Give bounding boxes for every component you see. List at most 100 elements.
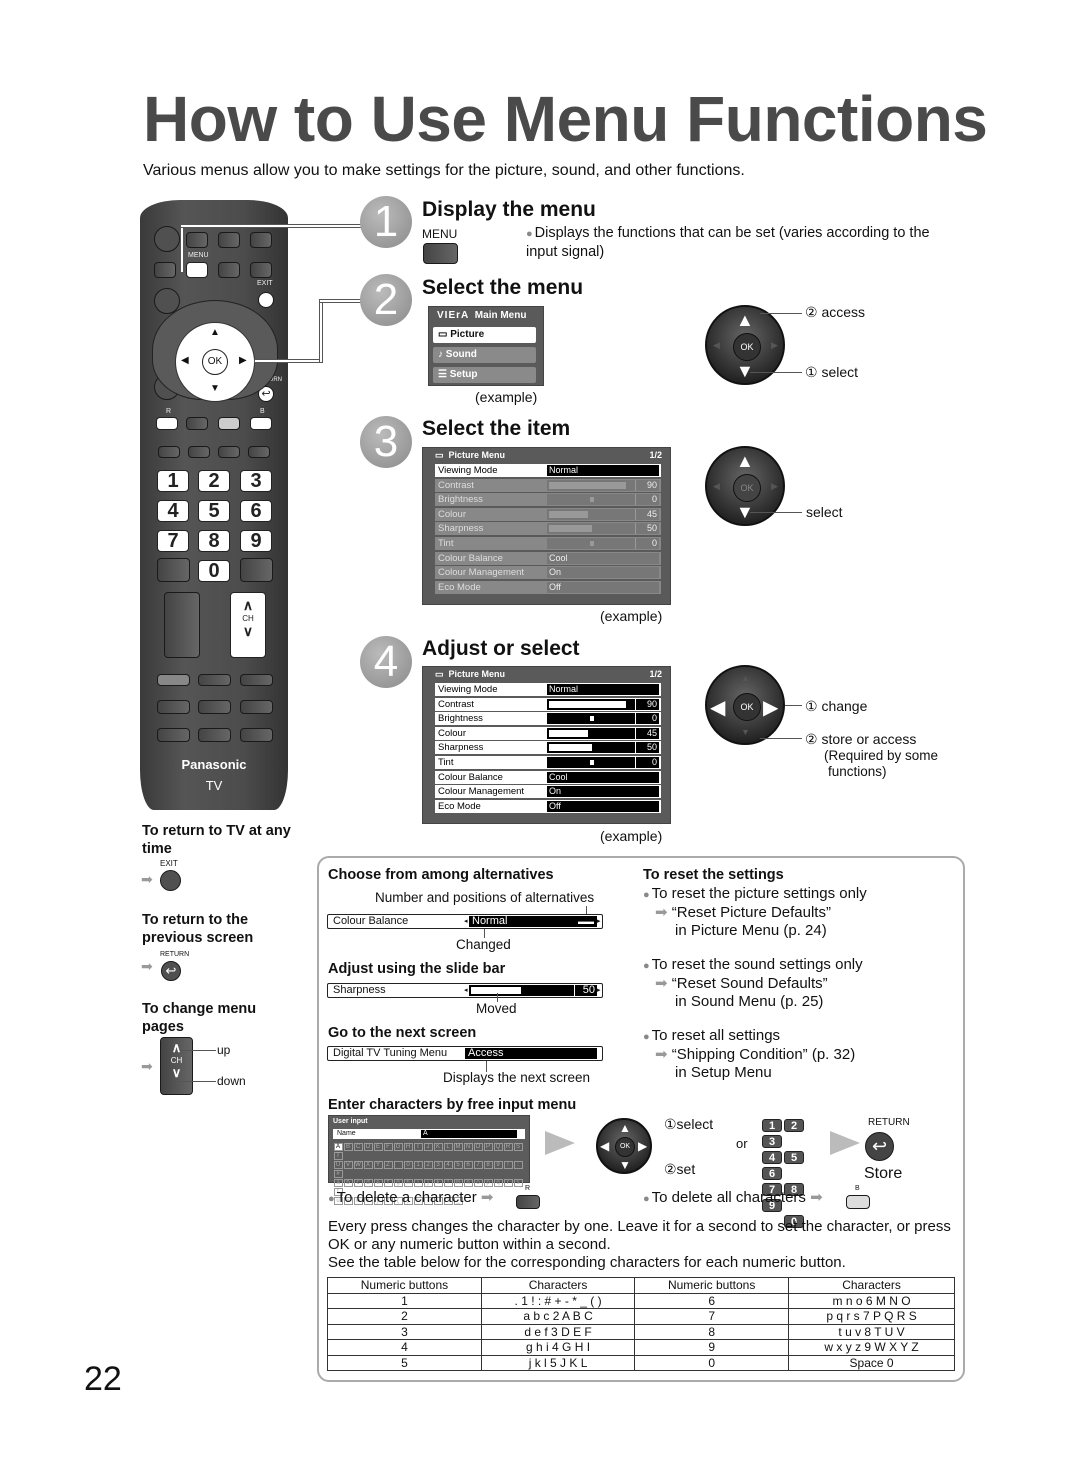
keyboard-key[interactable]: ! (503, 1161, 513, 1169)
num-button-3[interactable]: 3 (240, 470, 272, 492)
keyboard-key[interactable]: K (433, 1143, 443, 1151)
menu-row[interactable]: Contrast 90 (435, 697, 661, 711)
remote-button[interactable] (218, 446, 240, 458)
main-menu-item-sound[interactable]: ♪ Sound (433, 347, 536, 363)
menu-row[interactable]: Tint 0 (435, 537, 661, 550)
ch-button[interactable]: ∧ CH ∨ (230, 592, 266, 658)
keyboard-key[interactable]: g (393, 1179, 403, 1187)
yellow-button[interactable] (218, 417, 240, 430)
dpad[interactable]: OK ▲ ▼ ◀ ▶ (175, 322, 255, 402)
right-arrow-icon[interactable]: ▶ (239, 355, 247, 366)
keyboard-key[interactable]: L (443, 1143, 453, 1151)
keyboard-key[interactable]: 4 (443, 1161, 453, 1169)
remote-button[interactable] (158, 446, 180, 458)
keyboard-key[interactable]: r (503, 1179, 513, 1187)
green-button[interactable] (186, 417, 208, 430)
menu-row[interactable]: Viewing Mode Normal (435, 464, 661, 477)
remote-button[interactable] (240, 700, 273, 714)
dial-select-item[interactable]: OK ▲ ▼ ◀ ▶ (705, 446, 785, 526)
num-button-6[interactable]: 6 (240, 500, 272, 522)
ok-button[interactable]: OK (733, 333, 761, 361)
menu-row[interactable]: Colour 45 (435, 726, 661, 740)
remote-button[interactable] (188, 446, 210, 458)
left-arrow-icon[interactable]: ◀ (181, 355, 189, 366)
blue-button[interactable] (250, 417, 272, 430)
remote-button[interactable] (157, 558, 190, 582)
main-menu-item-picture[interactable]: ▭ Picture (433, 327, 536, 343)
keyboard-key[interactable]: S (513, 1143, 523, 1151)
num-button-4[interactable]: 4 (157, 500, 189, 522)
keyboard-key[interactable]: U (333, 1161, 343, 1169)
sharpness-bar[interactable]: Sharpness ◂ 50 ▸ (327, 983, 603, 998)
menu-row[interactable]: Colour Balance Cool (435, 770, 661, 784)
keyboard-key[interactable]: : (513, 1161, 523, 1169)
keyboard-key[interactable]: s (513, 1179, 523, 1187)
num-button-0[interactable]: 0 (198, 560, 230, 582)
power-button[interactable] (154, 226, 180, 252)
dial-adjust[interactable]: OK ▲ ▼ ◀ ▶ (705, 665, 785, 745)
keyboard-key[interactable]: Z (383, 1161, 393, 1169)
keyboard-key[interactable]: B (343, 1143, 353, 1151)
dial-free-input[interactable]: OK ▲ ▼ ◀ ▶ (596, 1118, 652, 1174)
remote-button[interactable] (248, 446, 270, 458)
up-arrow-icon[interactable]: ▲ (210, 327, 220, 338)
keyboard-key[interactable]: 9 (493, 1161, 503, 1169)
ok-button[interactable]: OK (733, 693, 761, 721)
keyboard-key[interactable]: X (363, 1161, 373, 1169)
ok-button[interactable]: OK (202, 349, 228, 375)
keyboard-key[interactable]: R (503, 1143, 513, 1151)
dial-select-menu[interactable]: OK ▲ ▼ ◀ ▶ (705, 305, 785, 385)
next-screen-bar[interactable]: Digital TV Tuning Menu Access (327, 1046, 603, 1061)
menu-row[interactable]: Colour Balance Cool (435, 551, 661, 565)
num-button-8[interactable]: 8 (198, 530, 230, 552)
keyboard-key[interactable]: J (423, 1143, 433, 1151)
remote-button[interactable] (198, 700, 231, 714)
keyboard-key[interactable]: M (453, 1143, 463, 1151)
keyboard-key[interactable]: 8 (483, 1161, 493, 1169)
remote-button[interactable] (157, 728, 190, 742)
keyboard-key[interactable]: V (343, 1161, 353, 1169)
menu-button[interactable] (186, 262, 208, 278)
remote-button[interactable] (240, 558, 273, 582)
keyboard-key[interactable]: C (353, 1143, 363, 1151)
remote-button[interactable] (250, 262, 272, 278)
keyboard-key[interactable]: f (383, 1179, 393, 1187)
num-button-7[interactable]: 7 (157, 530, 189, 552)
keyboard-key[interactable]: l (443, 1179, 453, 1187)
keyboard-key[interactable]: F (383, 1143, 393, 1151)
ok-button[interactable]: OK (615, 1137, 635, 1157)
menu-row[interactable]: Viewing Mode Normal (435, 683, 661, 696)
keyboard-key[interactable]: P (483, 1143, 493, 1151)
menu-row[interactable]: Colour Management On (435, 785, 661, 799)
keyboard-key[interactable]: d (363, 1179, 373, 1187)
colour-balance-bar[interactable]: Colour Balance ◂ Normal ▬▬ ▸ (327, 914, 603, 929)
keyboard-key[interactable]: h (403, 1179, 413, 1187)
keyboard-key[interactable]: D (363, 1143, 373, 1151)
menu-row[interactable]: Brightness 0 (435, 493, 661, 507)
remote-button[interactable] (154, 262, 176, 278)
menu-row[interactable]: Tint 0 (435, 756, 661, 769)
keyboard-key[interactable]: H (403, 1143, 413, 1151)
keyboard-key[interactable]: b (343, 1179, 353, 1187)
remote-button[interactable] (250, 232, 272, 248)
num-button-1[interactable]: 1 (157, 470, 189, 492)
keyboard-key[interactable]: O (473, 1143, 483, 1151)
keyboard-key[interactable]: Q (493, 1143, 503, 1151)
remote-button[interactable] (157, 700, 190, 714)
menu-row[interactable]: Contrast 90 (435, 478, 661, 492)
menu-row[interactable]: Sharpness 50 (435, 522, 661, 536)
num-button-5[interactable]: 5 (198, 500, 230, 522)
remote-button[interactable] (198, 674, 231, 686)
remote-button[interactable] (186, 232, 208, 248)
keyboard-key[interactable]: 7 (473, 1161, 483, 1169)
menu-row[interactable]: Brightness 0 (435, 712, 661, 726)
remote-button[interactable] (157, 674, 190, 686)
menu-row[interactable]: Eco Mode Off (435, 799, 661, 813)
keyboard-key[interactable]: 3 (433, 1161, 443, 1169)
keyboard-key[interactable]: o (473, 1179, 483, 1187)
keyboard-key[interactable]: e (373, 1179, 383, 1187)
num-button-9[interactable]: 9 (240, 530, 272, 552)
exit-button[interactable] (258, 292, 274, 308)
keyboard-key[interactable]: 1 (413, 1161, 423, 1169)
keyboard-key[interactable]: q (493, 1179, 503, 1187)
